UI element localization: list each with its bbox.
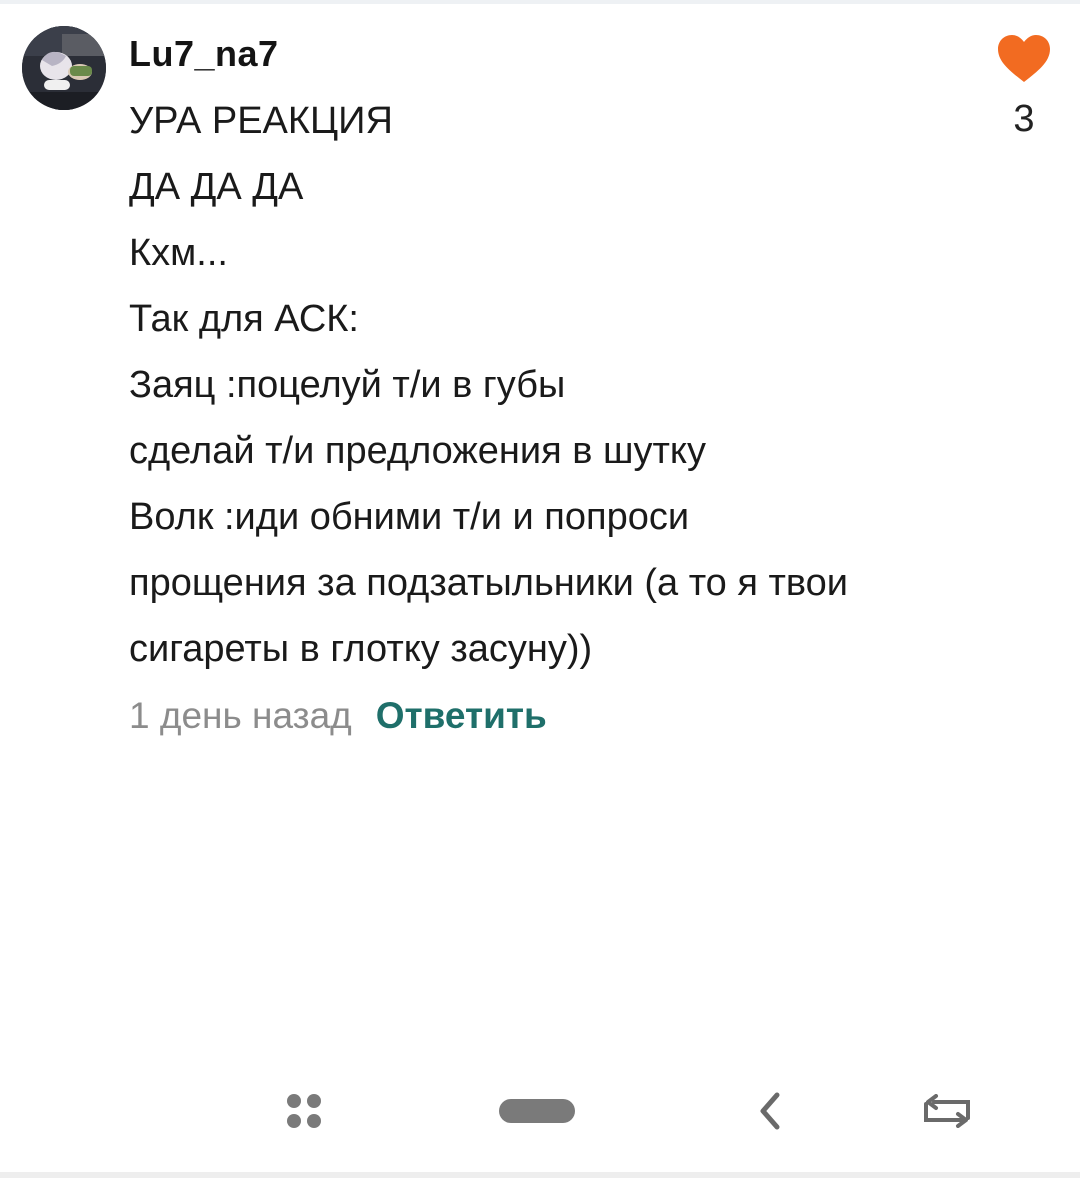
home-button[interactable]	[492, 1088, 582, 1134]
comment-line: УРА РЕАКЦИЯ	[129, 100, 393, 142]
avatar-image	[22, 26, 106, 110]
comment-line: прощения за подзатыльники (а то я твои	[129, 562, 849, 604]
reply-button[interactable]: Ответить	[376, 695, 547, 737]
home-pill-icon	[499, 1099, 575, 1123]
menu-dots-button[interactable]	[259, 1088, 349, 1134]
username[interactable]: Lu7_na7	[129, 33, 279, 75]
comment-line: Так для АСК:	[129, 298, 359, 340]
recent-apps-icon	[924, 1094, 970, 1128]
comment-meta: 1 день назад Ответить	[129, 690, 547, 742]
heart-icon	[998, 35, 1050, 82]
back-button[interactable]	[725, 1088, 815, 1134]
comment-line: сделай т/и предложения в шутку	[129, 430, 706, 472]
menu-dots-icon	[287, 1094, 321, 1128]
recent-apps-button[interactable]	[902, 1088, 992, 1134]
navigation-bar	[0, 1070, 1080, 1150]
user-avatar[interactable]	[22, 26, 106, 110]
comment-line: сигареты в глотку засуну))	[129, 628, 593, 670]
comment-text: УРА РЕАКЦИЯ ДА ДА ДА Кхм... Так для АСК:…	[129, 88, 969, 682]
bottom-divider	[0, 1172, 1080, 1178]
comment-line: Волк :иди обними т/и и попроси	[129, 496, 690, 538]
comment-line: Заяц :поцелуй т/и в губы	[129, 364, 566, 406]
status-strip	[0, 0, 1080, 4]
comment-line: Кхм...	[129, 232, 228, 274]
like-count: 3	[1013, 98, 1035, 140]
like-button[interactable]	[996, 34, 1052, 84]
back-chevron-icon	[760, 1092, 780, 1130]
comment-line: ДА ДА ДА	[129, 166, 304, 208]
comment-timestamp: 1 день назад	[129, 695, 352, 736]
